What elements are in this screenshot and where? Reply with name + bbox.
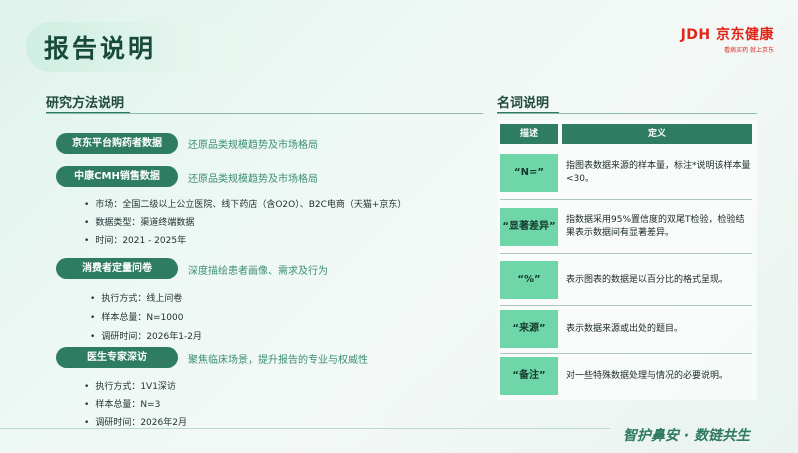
table-header-term: 描述 <box>500 124 558 144</box>
list-item: • 调研时间：2026年2月 <box>84 418 187 428</box>
method-pill-cmh: 中康CMH销售数据 <box>56 166 178 187</box>
row-divider <box>500 199 752 200</box>
list-item: • 执行方式：线上问卷 <box>90 294 183 304</box>
list-item: • 时间：2021 - 2025年 <box>84 236 187 246</box>
definition-cell: 指图表数据来源的样本量，标注*说明该样本量<30。 <box>566 161 751 184</box>
list-item: • 市场：全国二级以上公立医院、线下药店（含O2O）、B2C电商（天猫+京东） <box>84 200 407 210</box>
method-pill-expert: 医生专家深访 <box>56 347 178 368</box>
list-item: • 样本总量：N=1000 <box>90 313 184 323</box>
table-header-definition: 定义 <box>562 124 752 144</box>
term-cell: “来源” <box>500 310 558 348</box>
brand-logo: JDH 京东健康 看病买药 就上京东 <box>681 24 774 54</box>
term-cell: “%” <box>500 261 558 299</box>
logo-sub-text: 看病买药 就上京东 <box>724 47 774 54</box>
list-item: • 执行方式：1V1深访 <box>84 382 176 392</box>
footer-divider <box>0 428 610 429</box>
definition-cell: 指数据采用95%置信度的双尾T检验，检验结果表示数据间有显著差异。 <box>566 215 745 238</box>
term-cell: “备注” <box>500 357 558 395</box>
method-desc-expert: 聚焦临床场景，提升报告的专业与权威性 <box>188 355 368 366</box>
section-title-glossary: 名词说明 <box>497 96 550 111</box>
method-desc-cmh: 还原品类规模趋势及市场格局 <box>188 174 318 185</box>
term-cell: “N=” <box>500 154 558 192</box>
row-divider <box>500 305 752 306</box>
footer-slogan: 智护鼻安 · 数链共生 <box>622 428 750 444</box>
definition-cell: 表示数据来源或出处的题目。 <box>566 324 684 334</box>
method-pill-survey: 消费者定量问卷 <box>56 258 178 279</box>
list-item: • 样本总量：N=3 <box>84 400 161 410</box>
definition-cell: 表示图表的数据是以百分比的格式呈现。 <box>566 275 729 285</box>
logo-main-text: JDH 京东健康 <box>680 27 774 43</box>
list-item: • 数据类型：渠道终端数据 <box>84 218 195 228</box>
section-line-methods <box>46 113 483 114</box>
method-desc-survey: 深度描绘患者画像、需求及行为 <box>188 266 328 277</box>
page-title: 报告说明 <box>44 34 157 63</box>
method-pill-jd: 京东平台购药者数据 <box>56 133 178 154</box>
definition-cell: 对一些特殊数据处理与情况的必要说明。 <box>566 371 729 381</box>
row-divider <box>500 353 752 354</box>
list-item: • 调研时间：2026年1-2月 <box>90 332 202 342</box>
term-cell: “显著差异” <box>500 208 558 246</box>
method-desc-jd: 还原品类规模趋势及市场格局 <box>188 140 318 151</box>
row-divider <box>500 253 752 254</box>
section-title-methods: 研究方法说明 <box>46 96 125 111</box>
section-line-glossary <box>497 113 757 114</box>
